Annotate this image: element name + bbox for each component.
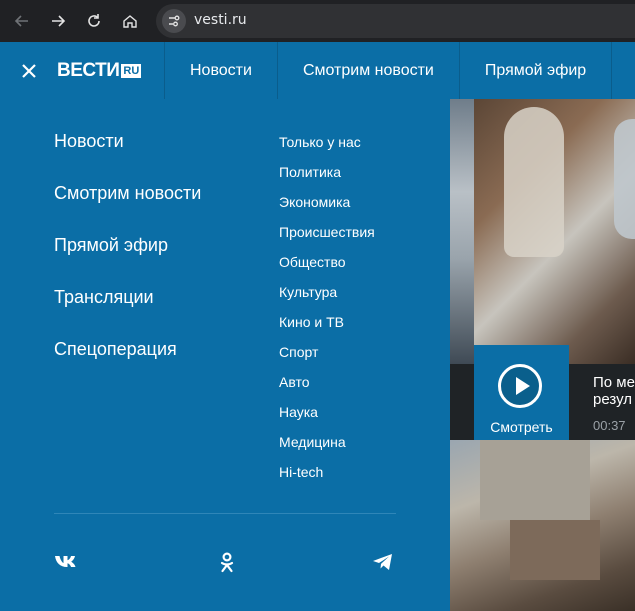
category-link[interactable]: Спорт	[279, 343, 375, 373]
url-text: vesti.ru	[194, 12, 247, 28]
news-title-line-1: По ме	[593, 374, 635, 391]
news-title: По ме резул	[593, 374, 635, 408]
site-info-icon	[169, 15, 180, 27]
news-duration: 00:37	[593, 418, 626, 433]
close-menu-button[interactable]	[20, 62, 38, 80]
telegram-icon	[373, 554, 392, 570]
site-header: ВЕСТИ RU Новости Смотрим новости Прямой …	[0, 42, 635, 100]
back-arrow-icon	[14, 15, 28, 27]
top-nav-watch-news[interactable]: Смотрим новости	[276, 42, 459, 99]
telegram-link[interactable]	[370, 551, 396, 573]
site-logo[interactable]: ВЕСТИ RU	[57, 60, 142, 81]
browser-toolbar: vesti.ru	[0, 0, 635, 42]
category-link[interactable]: Только у нас	[279, 133, 375, 163]
news-photo-main[interactable]	[474, 99, 635, 364]
watch-label: Смотреть	[490, 419, 553, 435]
logo-badge: RU	[121, 64, 142, 78]
category-link[interactable]: Кино и ТВ	[279, 313, 375, 343]
home-icon	[123, 15, 137, 28]
address-bar[interactable]: vesti.ru	[156, 4, 635, 38]
reload-button[interactable]	[80, 7, 108, 35]
top-nav-news[interactable]: Новости	[164, 42, 277, 99]
photo-rubble	[510, 520, 600, 580]
top-nav-live[interactable]: Прямой эфир	[458, 42, 613, 99]
reload-icon	[88, 14, 100, 27]
odnoklassniki-link[interactable]	[214, 551, 240, 573]
odnoklassniki-icon	[220, 552, 234, 573]
news-caption-left	[450, 364, 474, 440]
site-info-button[interactable]	[162, 9, 186, 33]
watch-button[interactable]: Смотреть	[474, 345, 569, 440]
play-icon	[498, 364, 542, 408]
category-menu: Только у нас Политика Экономика Происшес…	[279, 133, 375, 493]
photo-building	[480, 440, 590, 520]
category-link[interactable]: Авто	[279, 373, 375, 403]
home-button[interactable]	[116, 7, 144, 35]
vk-icon	[55, 556, 76, 567]
main-menu: Новости Смотрим новости Прямой эфир Тран…	[54, 129, 201, 389]
menu-link-special-operation[interactable]: Спецоперация	[54, 337, 201, 389]
menu-panel: Новости Смотрим новости Прямой эфир Тран…	[0, 99, 450, 611]
menu-link-news[interactable]: Новости	[54, 129, 201, 181]
page-content: Смотреть По ме резул 00:37	[450, 99, 635, 611]
news-photo-bottom[interactable]	[450, 440, 635, 611]
photo-figure-1	[504, 107, 564, 257]
category-link[interactable]: Медицина	[279, 433, 375, 463]
menu-divider	[54, 513, 396, 514]
logo-text: ВЕСТИ	[57, 60, 120, 81]
top-nav: Новости Смотрим новости Прямой эфир	[164, 42, 613, 99]
menu-link-broadcasts[interactable]: Трансляции	[54, 285, 201, 337]
vk-link[interactable]	[54, 551, 80, 573]
category-link[interactable]: Экономика	[279, 193, 375, 223]
forward-button[interactable]	[44, 7, 72, 35]
menu-link-live[interactable]: Прямой эфир	[54, 233, 201, 285]
category-link[interactable]: Происшествия	[279, 223, 375, 253]
category-link[interactable]: Политика	[279, 163, 375, 193]
back-button[interactable]	[8, 7, 36, 35]
category-link[interactable]: Общество	[279, 253, 375, 283]
news-caption[interactable]: По ме резул 00:37	[569, 364, 635, 440]
close-icon	[22, 64, 36, 78]
category-link[interactable]: Культура	[279, 283, 375, 313]
forward-arrow-icon	[52, 15, 66, 27]
news-photo-left[interactable]	[450, 99, 474, 364]
category-link[interactable]: Наука	[279, 403, 375, 433]
category-link[interactable]: Hi-tech	[279, 463, 375, 493]
photo-figure-2	[614, 119, 635, 239]
news-title-line-2: резул	[593, 391, 632, 408]
menu-link-watch-news[interactable]: Смотрим новости	[54, 181, 201, 233]
